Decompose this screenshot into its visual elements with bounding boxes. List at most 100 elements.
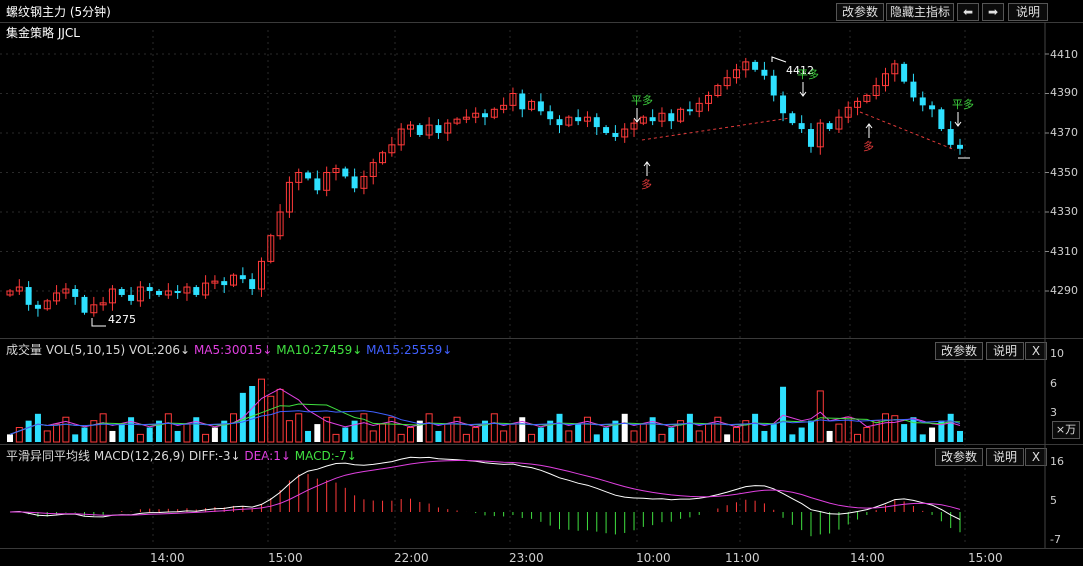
volume-bar	[276, 388, 284, 443]
volume-bar	[686, 413, 693, 442]
volume-bar	[472, 427, 480, 443]
macd-tick: 5	[1050, 494, 1057, 507]
volume-unit-button[interactable]: ×万	[1052, 421, 1080, 439]
volume-name: 成交量	[6, 343, 43, 357]
kline-chart[interactable]: 42754412平多多平多多平多	[0, 0, 1083, 566]
signal-arrowhead	[954, 121, 962, 127]
candle-body	[397, 128, 405, 146]
volume-value: VOL:206↓	[128, 343, 191, 357]
macd-diff-line	[9, 456, 961, 520]
candle-body	[99, 302, 107, 306]
prev-arrow-button[interactable]: ⬅	[957, 3, 979, 21]
candle-body	[15, 286, 23, 292]
candle-body	[108, 288, 116, 304]
candle-body	[658, 112, 666, 122]
volume-bar	[267, 395, 275, 443]
candle-body	[239, 275, 246, 280]
volume-bar	[565, 430, 573, 443]
candle-body	[630, 122, 638, 130]
volume-bar	[351, 420, 358, 442]
help-button[interactable]: 说明	[1008, 3, 1048, 21]
header-bar: 螺纹钢主力 (5分钟) 改参数 隐藏主指标 ⬅ ➡ 说明	[0, 0, 1083, 23]
candle-body	[53, 292, 61, 302]
candle-body	[872, 85, 880, 96]
macd-indicator: MACD(12,26,9)	[93, 449, 185, 463]
volume-bar	[780, 386, 787, 442]
volume-bar	[844, 416, 852, 443]
signal-label: 多	[641, 177, 652, 191]
volume-bar	[826, 430, 833, 442]
volume-close-button[interactable]: X	[1025, 342, 1047, 360]
volume-bar	[406, 427, 414, 443]
hide-main-indicator-button[interactable]: 隐藏主指标	[886, 3, 954, 21]
time-tick: 14:00	[850, 551, 885, 565]
volume-bar	[835, 423, 843, 443]
volume-bar	[789, 434, 796, 442]
volume-bar	[369, 430, 377, 443]
high-price-marker	[771, 56, 787, 63]
volume-bar	[556, 413, 563, 442]
volume-bar	[807, 420, 814, 442]
volume-bar	[603, 427, 610, 442]
candle-body	[910, 81, 917, 98]
candle-body	[919, 97, 926, 106]
volume-bar	[752, 413, 759, 442]
volume-bar	[798, 427, 805, 442]
candle-body	[649, 117, 656, 122]
volume-bar	[668, 427, 675, 442]
macd-name: 平滑异同平均线	[6, 449, 91, 463]
candle-body	[249, 279, 256, 290]
macd-help-button[interactable]: 说明	[986, 448, 1024, 466]
volume-ma10: MA10:27459↓	[276, 343, 363, 357]
candle-body	[891, 63, 899, 75]
candle-body	[146, 287, 153, 291]
time-tick: 15:00	[968, 551, 1003, 565]
candle-body	[351, 176, 358, 189]
candle-body	[388, 144, 396, 154]
candle-body	[267, 235, 275, 262]
candle-body	[807, 129, 814, 147]
volume-bar	[509, 423, 517, 443]
volume-tick: 6	[1050, 377, 1057, 390]
volume-bar	[305, 430, 312, 442]
volume-bar	[705, 423, 713, 443]
candle-body	[295, 172, 303, 183]
volume-change-params-button[interactable]: 改参数	[935, 342, 983, 360]
volume-bar	[742, 420, 750, 443]
volume-bar	[695, 430, 703, 443]
volume-bar	[500, 430, 508, 443]
candle-body	[72, 289, 79, 297]
candle-body	[332, 168, 340, 174]
candle-body	[164, 290, 172, 296]
candle-body	[6, 290, 14, 296]
candle-body	[565, 116, 573, 126]
change-params-button[interactable]: 改参数	[836, 3, 884, 21]
next-arrow-button[interactable]: ➡	[982, 3, 1004, 21]
candle-body	[881, 73, 889, 87]
volume-bar	[947, 413, 954, 442]
macd-change-params-button[interactable]: 改参数	[935, 448, 983, 466]
time-tick: 11:00	[725, 551, 760, 565]
volume-bar	[714, 416, 722, 443]
signal-label: 多	[863, 139, 874, 153]
signal-label: 平多	[797, 67, 819, 81]
volume-bar	[257, 378, 265, 443]
volume-bar	[575, 424, 582, 442]
volume-bar	[537, 427, 544, 442]
macd-close-button[interactable]: X	[1025, 448, 1047, 466]
candle-body	[826, 123, 833, 130]
volume-help-button[interactable]: 说明	[986, 342, 1024, 360]
volume-bar	[770, 424, 777, 442]
volume-bar	[732, 427, 740, 443]
volume-bar	[193, 417, 200, 442]
volume-bar	[872, 420, 880, 443]
candle-body	[342, 168, 349, 177]
volume-bar	[285, 420, 293, 443]
candle-body	[957, 144, 963, 149]
candle-body	[156, 291, 163, 295]
macd-dea: DEA:1↓	[244, 449, 291, 463]
candle-body	[62, 288, 70, 294]
candle-body	[798, 123, 805, 130]
volume-bar	[854, 433, 862, 443]
xaxis-divider	[0, 548, 1083, 549]
